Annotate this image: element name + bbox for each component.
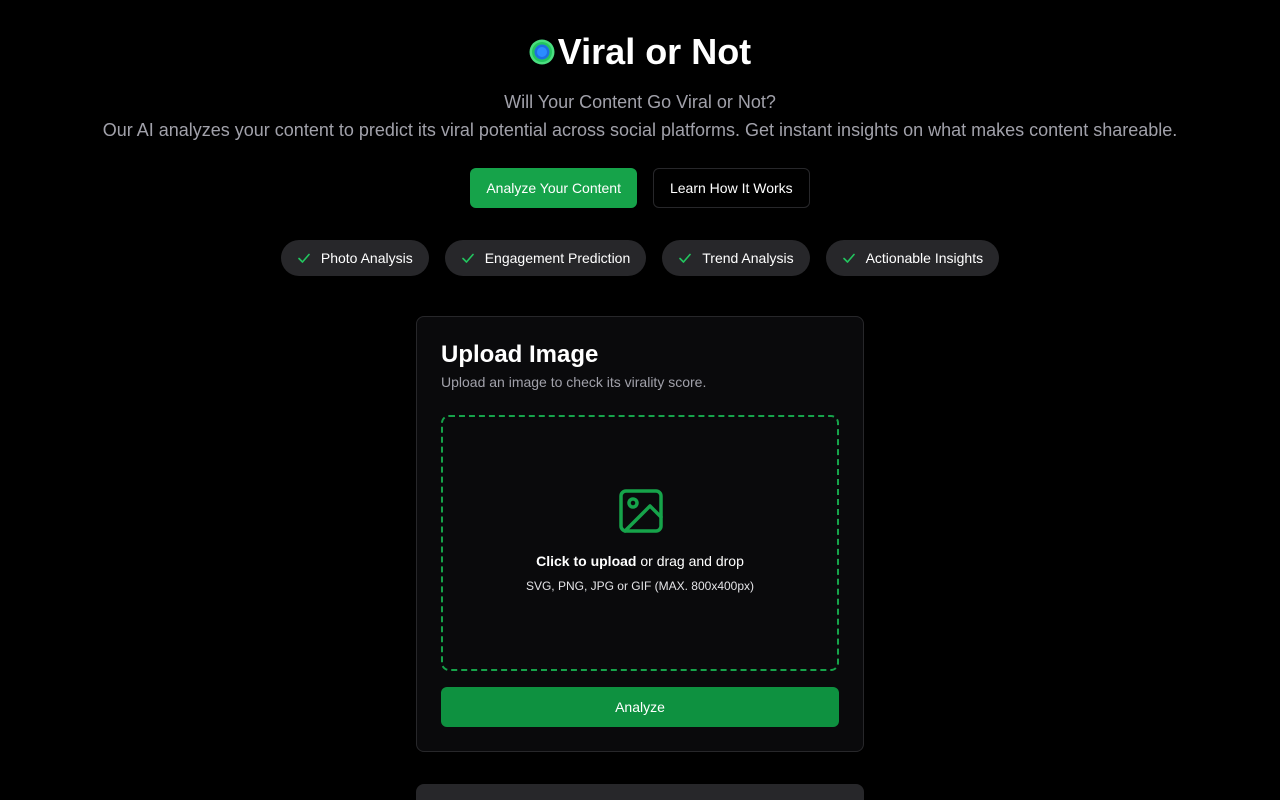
- feature-engagement-prediction: Engagement Prediction: [444, 240, 647, 276]
- feature-photo-analysis: Photo Analysis: [280, 240, 429, 276]
- upload-dropzone[interactable]: Click to upload or drag and drop SVG, PN…: [441, 415, 839, 671]
- logo-icon: [529, 39, 555, 65]
- check-icon: [461, 253, 474, 263]
- upload-format-hint: SVG, PNG, JPG or GIF (MAX. 800x400px): [525, 579, 755, 593]
- feature-label: Trend Analysis: [702, 250, 794, 266]
- feature-list: Photo Analysis Engagement Prediction Tre…: [0, 240, 1280, 276]
- upload-card-title: Upload Image: [441, 341, 599, 368]
- check-icon: [679, 253, 692, 263]
- click-to-upload-text[interactable]: Click to upload: [536, 553, 636, 569]
- analyze-your-content-button[interactable]: Analyze Your Content: [470, 168, 637, 208]
- feature-label: Actionable Insights: [865, 250, 984, 266]
- learn-how-it-works-button[interactable]: Learn How It Works: [652, 168, 810, 208]
- feature-trend-analysis: Trend Analysis: [662, 240, 810, 276]
- check-icon: [298, 253, 310, 263]
- upload-instruction: Click to upload or drag and drop: [443, 552, 837, 570]
- page-description: Our AI analyzes your content to predict …: [102, 120, 1178, 140]
- results-card: [416, 784, 864, 800]
- page-subtitle: Will Your Content Go Viral or Not?: [504, 92, 776, 112]
- check-icon: [842, 253, 855, 263]
- cta-buttons: Analyze Your Content Learn How It Works: [0, 168, 1280, 208]
- page: Viral or Not Will Your Content Go Viral …: [0, 0, 1280, 800]
- feature-label: Photo Analysis: [320, 250, 413, 266]
- feature-label: Engagement Prediction: [484, 250, 631, 266]
- image-icon: [619, 489, 663, 533]
- upload-card-description: Upload an image to check its virality sc…: [441, 374, 707, 390]
- drag-and-drop-text: or drag and drop: [636, 553, 744, 569]
- app-title: Viral or Not: [557, 31, 752, 72]
- feature-actionable-insights: Actionable Insights: [825, 240, 1000, 276]
- upload-card: Upload Image Upload an image to check it…: [416, 316, 864, 752]
- app-header: Viral or Not: [0, 30, 1280, 74]
- analyze-button[interactable]: Analyze: [441, 687, 839, 727]
